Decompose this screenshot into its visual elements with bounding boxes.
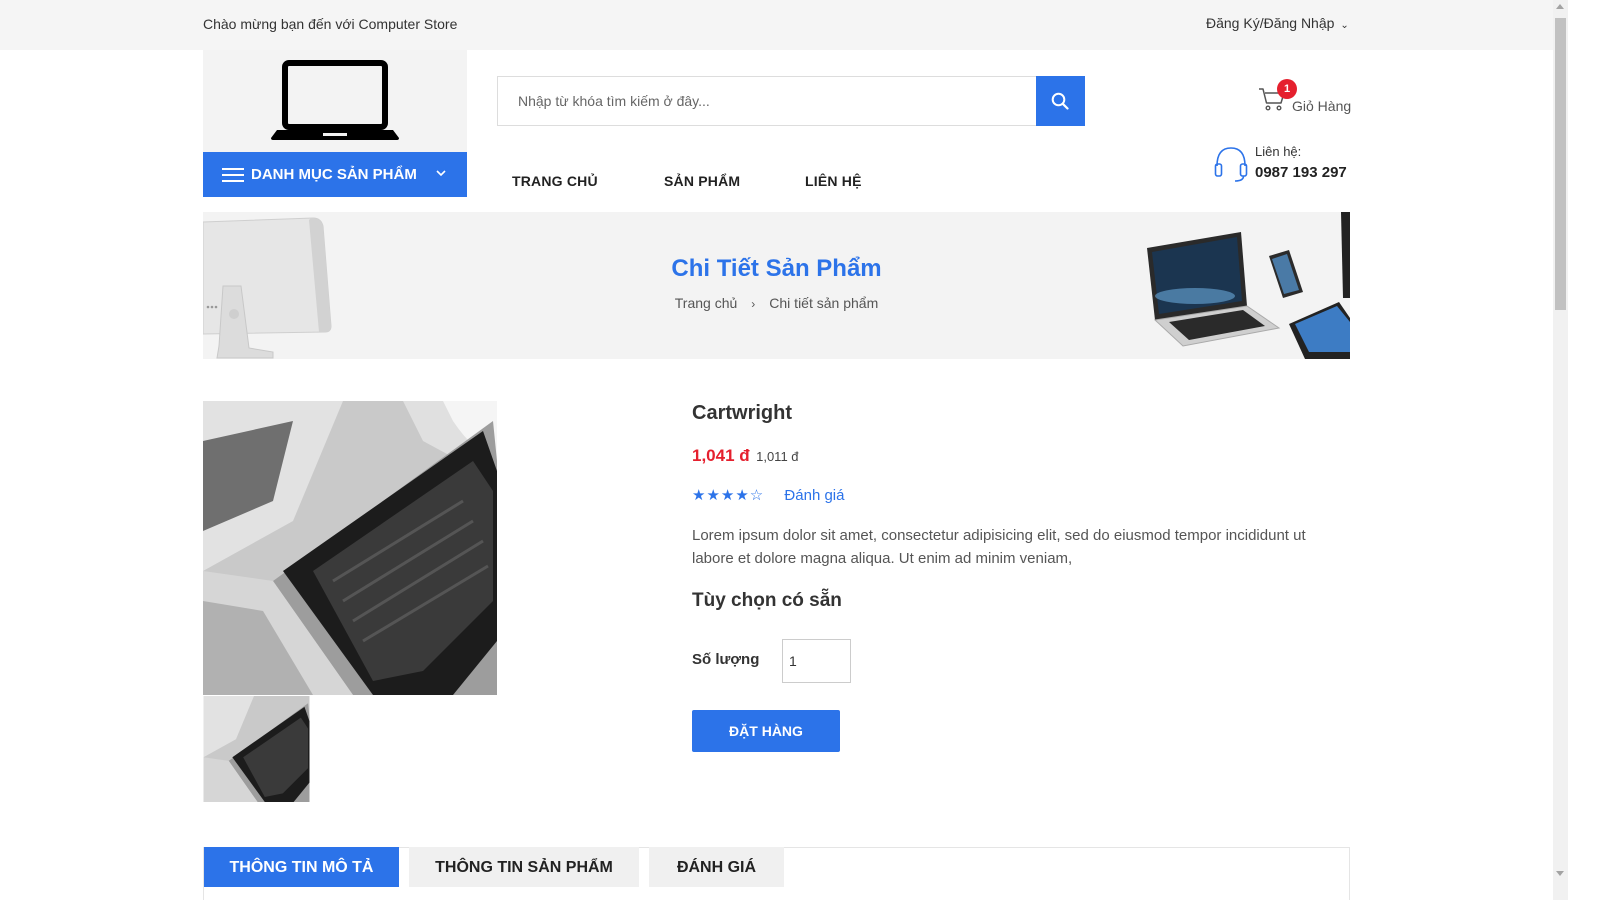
page-scrollbar[interactable]: [1553, 0, 1568, 900]
contact-phone[interactable]: 0987 193 297: [1255, 164, 1347, 181]
category-menu-button[interactable]: DANH MỤC SẢN PHẨM: [203, 152, 467, 197]
search-bar: [497, 76, 1085, 126]
order-button[interactable]: ĐẶT HÀNG: [692, 710, 840, 752]
product-name: Cartwright: [692, 402, 792, 424]
page-banner: Chi Tiết Sản Phẩm Trang chủ › Chi tiết sản…: [203, 212, 1350, 359]
laptop-icon: [271, 60, 399, 140]
nav-products[interactable]: SẢN PHẨM: [664, 173, 740, 189]
scrollbar-thumb[interactable]: [1555, 18, 1566, 310]
tab-description[interactable]: THÔNG TIN MÔ TẢ: [204, 847, 399, 887]
scroll-up-icon[interactable]: [1556, 4, 1564, 9]
nav-home[interactable]: TRANG CHỦ: [512, 173, 598, 189]
breadcrumb-separator-icon: ›: [751, 297, 756, 311]
nav-contact[interactable]: LIÊN HỆ: [805, 173, 862, 189]
site-logo[interactable]: [203, 50, 467, 152]
headset-icon: [1214, 147, 1248, 182]
scroll-down-icon[interactable]: [1556, 871, 1564, 876]
price-old: 1,011 đ: [756, 449, 799, 464]
chevron-down-icon: ⌄: [1340, 20, 1349, 31]
imac-image: [203, 217, 332, 359]
search-input[interactable]: [497, 76, 1037, 126]
quantity-label: Số lượng: [692, 651, 760, 668]
options-heading: Tùy chọn có sẵn: [692, 590, 842, 611]
quantity-input[interactable]: [782, 639, 851, 683]
star-rating-icon: ★★★★☆: [692, 487, 765, 504]
account-label: Đăng Ký/Đăng Nhập: [1206, 15, 1335, 31]
review-link[interactable]: Đánh giá: [784, 487, 844, 504]
account-menu[interactable]: Đăng Ký/Đăng Nhập ⌄: [1206, 15, 1349, 31]
breadcrumb-current: Chi tiết sản phẩm: [769, 295, 879, 311]
cart-label: Giỏ Hàng: [1292, 98, 1352, 114]
contact-info: Liên hệ: 0987 193 297: [1214, 142, 1350, 184]
product-price: 1,041 đ 1,011 đ: [692, 446, 799, 466]
product-description: Lorem ipsum dolor sit amet, consectetur …: [692, 527, 1306, 567]
welcome-text: Chào mừng bạn đến với Computer Store: [203, 16, 458, 32]
window-edge: [1568, 0, 1600, 900]
cart-button[interactable]: 1 Giỏ Hàng: [1258, 79, 1352, 116]
search-button[interactable]: [1036, 76, 1085, 126]
product-thumbnail[interactable]: [203, 696, 310, 802]
category-menu-label: DANH MỤC SẢN PHẨM: [251, 166, 417, 183]
cart-count-badge: 1: [1277, 79, 1297, 99]
price-current: 1,041 đ: [692, 446, 750, 465]
devices-image: [1147, 212, 1350, 359]
hamburger-icon: [222, 168, 244, 182]
laptop-thumbnail-photo: [203, 696, 310, 802]
top-bar: Chào mừng bạn đến với Computer Store Đăn…: [0, 0, 1553, 50]
product-rating: ★★★★☆ Đánh giá: [692, 486, 844, 504]
search-icon: [1051, 92, 1069, 110]
tab-reviews[interactable]: ĐÁNH GIÁ: [649, 847, 784, 887]
tab-product-info[interactable]: THÔNG TIN SẢN PHẨM: [409, 847, 639, 887]
breadcrumb-home[interactable]: Trang chủ: [675, 295, 738, 311]
contact-label: Liên hệ:: [1255, 144, 1302, 159]
product-main-image[interactable]: [203, 401, 497, 695]
laptop-photo: [203, 401, 497, 695]
chevron-down-icon: [436, 170, 446, 177]
